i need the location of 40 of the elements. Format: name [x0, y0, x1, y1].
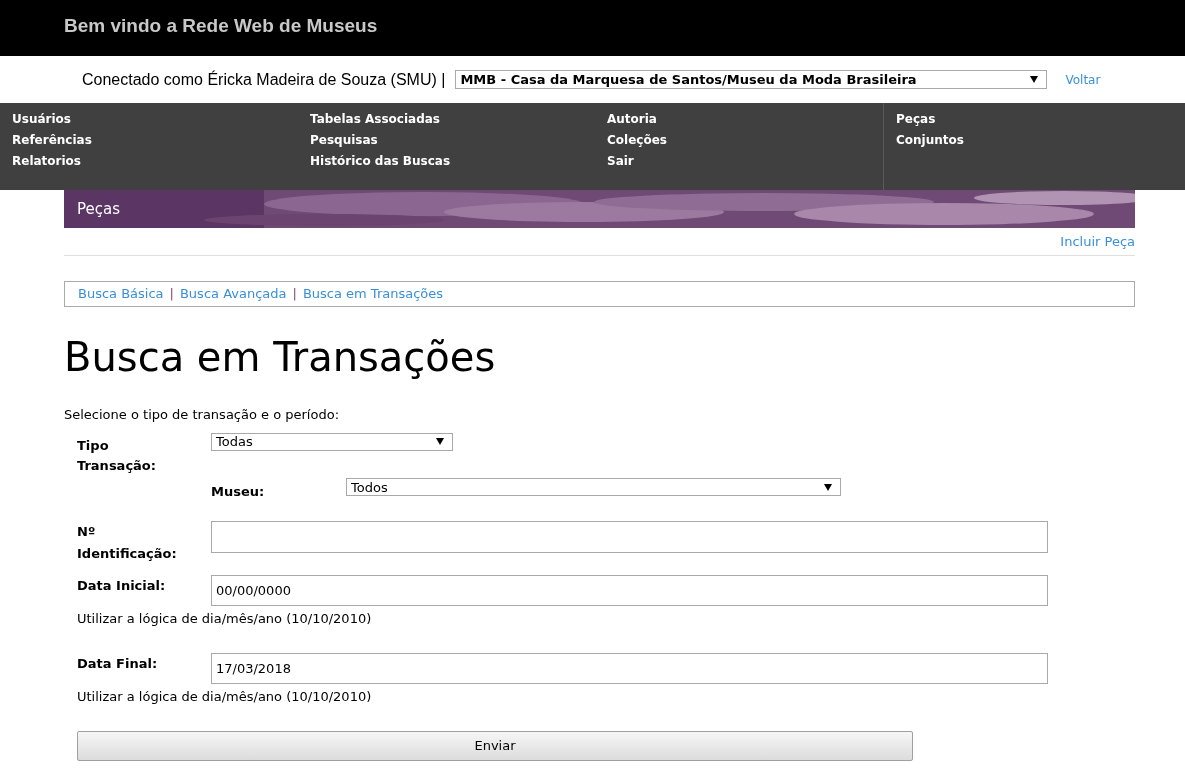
nav-link[interactable]: Usuários [12, 109, 298, 129]
connected-user: Conectado como Éricka Madeira de Souza (SMU) | [82, 69, 446, 90]
start-date-field[interactable]: 00/00/0000 [211, 575, 1048, 606]
identification-field[interactable] [211, 521, 1048, 553]
search-tab-link[interactable]: Busca Básica [78, 284, 164, 304]
nav-link[interactable]: Histórico das Buscas [310, 151, 595, 171]
include-link[interactable]: Incluir Peça [1060, 232, 1135, 255]
nav-link[interactable]: Coleções [607, 130, 883, 150]
section-title: Peças [77, 200, 120, 218]
nav-link[interactable]: Pesquisas [310, 130, 595, 150]
caret-icon [824, 483, 832, 491]
nav-link[interactable]: Tabelas Associadas [310, 109, 595, 129]
nav-link[interactable]: Referências [12, 130, 298, 150]
end-date-field[interactable]: 17/03/2018 [211, 652, 1048, 684]
separator: | [292, 285, 297, 304]
instructions-text: Selecione o tipo de transação e o período: [64, 406, 340, 424]
nav-link[interactable]: Sair [607, 151, 883, 171]
hint-text: Utilizar a lógica de dia/mês/ano (10/10/2010) [77, 610, 373, 628]
caret-icon [1030, 76, 1039, 83]
transaction-type-dropdown[interactable]: Todas [211, 432, 453, 451]
search-tab-link[interactable]: Busca em Transações [302, 284, 444, 304]
museum-dropdown[interactable]: MMB - Casa da Marquesa de Santos/Museu da Moda Brasileira [455, 70, 1048, 89]
field-label: Data Inicial: [77, 577, 167, 595]
caret-icon [436, 438, 444, 445]
nav-link[interactable]: Autoria [607, 109, 883, 129]
back-link[interactable]: Voltar [1065, 70, 1101, 89]
museum-filter-dropdown[interactable]: Todos [346, 478, 841, 497]
nav-link[interactable]: Conjuntos [896, 130, 1185, 150]
nav-link[interactable]: Peças [896, 109, 1185, 129]
separator: | [169, 285, 174, 304]
hint-text: Utilizar a lógica de dia/mês/ano (10/10/2010) [77, 687, 373, 706]
field-label: Museu: [211, 482, 266, 501]
field-label: Nº Identificação: [77, 523, 178, 563]
field-label: Tipo Transação: [77, 436, 157, 475]
site-title: Bem vindo a Rede Web de Museus [64, 14, 379, 38]
page-title: Busca em Transações [64, 337, 497, 377]
submit-button[interactable]: Enviar [77, 731, 913, 761]
search-tab-link[interactable]: Busca Avançada [179, 284, 287, 304]
nav-link[interactable]: Relatorios [12, 151, 298, 171]
field-label: Data Final: [77, 654, 159, 673]
